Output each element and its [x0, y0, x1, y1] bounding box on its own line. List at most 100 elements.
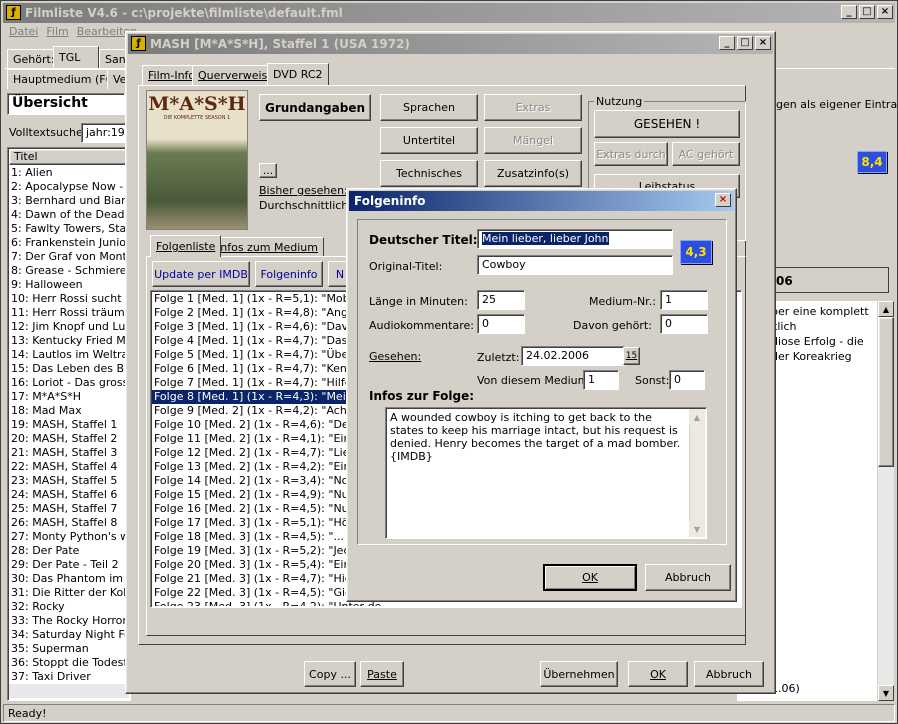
film-maximize-button[interactable]: □ — [737, 36, 753, 50]
film-list-item[interactable]: 19: MASH, Staffel 1 — [9, 418, 129, 432]
medium-nr-input[interactable]: 1 — [660, 290, 708, 310]
grundangaben-button[interactable]: Grundangaben — [259, 94, 371, 121]
main-titlebar[interactable]: ƒ Filmliste V4.6 - c:\projekte\filmliste… — [3, 3, 895, 23]
audio-value: 0 — [482, 317, 489, 330]
film-list-header[interactable]: Titel — [9, 149, 129, 165]
audio-input[interactable]: 0 — [477, 314, 525, 334]
film-list-item[interactable]: 8: Grease - Schmiere — [9, 264, 129, 278]
minimize-button[interactable]: _ — [841, 5, 857, 19]
calendar-button[interactable]: 15 — [623, 347, 640, 365]
film-list-item[interactable]: 32: Rocky — [9, 600, 129, 614]
film-list-item[interactable]: 4: Dawn of the Dead / Z — [9, 208, 129, 222]
von-medium-value: 1 — [588, 373, 595, 386]
update-imdb-button[interactable]: Update per IMDB — [152, 261, 250, 287]
copy-button[interactable]: Copy ... — [304, 661, 356, 687]
film-list-item[interactable]: 33: The Rocky Horror P — [9, 614, 129, 628]
film-minimize-button[interactable]: _ — [719, 36, 735, 50]
von-medium-input[interactable]: 1 — [583, 370, 619, 390]
dialog-ok-label: OK — [582, 571, 598, 584]
menu-film[interactable]: Film — [46, 25, 68, 43]
film-list-item[interactable]: 15: Das Leben des Brian — [9, 362, 129, 376]
film-list-item[interactable]: 5: Fawlty Towers, Staffe — [9, 222, 129, 236]
davon-input[interactable]: 0 — [660, 314, 708, 334]
sonst-value: 0 — [674, 373, 681, 386]
film-list-item[interactable]: 22: MASH, Staffel 4 — [9, 460, 129, 474]
ac-gehoert-button[interactable]: AC gehört — [672, 142, 740, 166]
gesehen-button[interactable]: GESEHEN ! — [594, 110, 740, 138]
zuletzt-input[interactable]: 24.02.2006 — [521, 346, 625, 366]
film-list-item[interactable]: 10: Herr Rossi sucht das — [9, 292, 129, 306]
film-list-item[interactable]: 9: Halloween — [9, 278, 129, 292]
film-abbruch-button[interactable]: Abbruch — [694, 661, 764, 687]
film-list-item[interactable]: 20: MASH, Staffel 2 — [9, 432, 129, 446]
film-list-item[interactable]: 28: Der Pate — [9, 544, 129, 558]
infos-textarea[interactable]: A wounded cowboy is itching to get back … — [385, 407, 707, 539]
sonst-input[interactable]: 0 — [669, 370, 705, 390]
film-list-item[interactable]: 34: Saturday Night Feve — [9, 628, 129, 642]
film-titlebar[interactable]: ƒ MASH [M*A*S*H], Staffel 1 (USA 1972) _… — [128, 34, 773, 54]
folgeninfo-button[interactable]: Folgeninfo — [255, 261, 323, 287]
scroll-down-arrow[interactable]: ▼ — [878, 685, 894, 701]
film-list-item[interactable]: 26: MASH, Staffel 8 — [9, 516, 129, 530]
film-list-item[interactable]: 13: Kentucky Fried Mov — [9, 334, 129, 348]
film-list-item[interactable]: 7: Der Graf von Monte C — [9, 250, 129, 264]
film-list-item[interactable]: 31: Die Ritter der Kokos — [9, 586, 129, 600]
film-list-item[interactable]: 37: Taxi Driver — [9, 670, 129, 684]
film-list-item[interactable]: 12: Jim Knopf und Lukas — [9, 320, 129, 334]
film-list-item[interactable]: 27: Monty Python's wun — [9, 530, 129, 544]
film-list-item[interactable]: 25: MASH, Staffel 7 — [9, 502, 129, 516]
film-list-item[interactable]: 36: Stoppt die Todesfah — [9, 656, 129, 670]
dialog-close-button[interactable]: × — [715, 193, 731, 207]
film-list-item[interactable]: 2: Apocalypse Now - Re — [9, 180, 129, 194]
film-list-item[interactable]: 3: Bernhard und Bianca — [9, 194, 129, 208]
film-list-item[interactable]: 18: Mad Max — [9, 404, 129, 418]
technisches-button[interactable]: Technisches — [380, 160, 478, 187]
film-list-item[interactable]: 21: MASH, Staffel 3 — [9, 446, 129, 460]
maengel-button[interactable]: Mängel — [484, 127, 582, 154]
dialog-abbruch-button[interactable]: Abbruch — [645, 564, 731, 591]
deutscher-titel-input[interactable]: Mein lieber, lieber John — [477, 229, 673, 249]
laenge-input[interactable]: 25 — [477, 290, 525, 310]
zusatzinfo-button[interactable]: Zusatzinfo(s) — [484, 160, 582, 187]
extras-button[interactable]: Extras — [484, 94, 582, 121]
uebernehmen-button[interactable]: Übernehmen — [540, 661, 618, 687]
film-list-item[interactable]: 14: Lautlos im Weltraum — [9, 348, 129, 362]
film-list-item[interactable]: 1: Alien — [9, 166, 129, 180]
infos-scrollbar[interactable] — [689, 409, 705, 537]
search-input[interactable]: jahr:197 — [81, 123, 131, 143]
film-list-item[interactable]: 29: Der Pate - Teil 2 — [9, 558, 129, 572]
tab-tgl[interactable]: TGL — [53, 46, 99, 68]
untertitel-button[interactable]: Untertitel — [380, 127, 478, 154]
tab-dvd-rc2[interactable]: DVD RC2 — [267, 63, 329, 85]
scroll-thumb[interactable] — [878, 317, 894, 467]
menu-datei[interactable]: Datei — [5, 25, 38, 43]
extras-durch-label: Extras durch — [596, 147, 666, 161]
film-list-item[interactable]: 23: MASH, Staffel 5 — [9, 474, 129, 488]
sprachen-button[interactable]: Sprachen — [380, 94, 478, 121]
film-list-hscroll[interactable] — [9, 684, 129, 698]
tab-infos-medium[interactable]: Infos zum Medium — [211, 237, 324, 257]
dots-button[interactable]: ... — [259, 163, 277, 178]
film-ok-button[interactable]: OK — [628, 661, 688, 687]
tab-folgenliste[interactable]: Folgenliste — [150, 235, 222, 257]
main-title: Filmliste V4.6 - c:\projekte\filmliste\d… — [25, 6, 343, 20]
film-list-item[interactable]: 6: Frankenstein Junior — [9, 236, 129, 250]
infos-scroll-down[interactable]: ▼ — [689, 521, 705, 537]
maximize-button[interactable]: □ — [859, 5, 875, 19]
dialog-titlebar[interactable]: Folgeninfo × — [349, 191, 734, 211]
infos-scroll-up[interactable]: ▲ — [689, 409, 705, 425]
film-list-item[interactable]: 30: Das Phantom im Par — [9, 572, 129, 586]
extras-durch-button[interactable]: Extras durch — [594, 142, 668, 166]
scroll-up-arrow[interactable]: ▲ — [878, 301, 894, 317]
film-list-item[interactable]: 24: MASH, Staffel 6 — [9, 488, 129, 502]
original-titel-input[interactable]: Cowboy — [477, 255, 673, 275]
film-list-item[interactable]: 11: Herr Rossi träumt — [9, 306, 129, 320]
close-button[interactable]: × — [877, 5, 893, 19]
film-list-item[interactable]: 35: Superman — [9, 642, 129, 656]
film-list-item[interactable]: 17: M*A*S*H — [9, 390, 129, 404]
paste-button[interactable]: Paste — [360, 661, 404, 687]
dialog-ok-button[interactable]: OK — [543, 564, 637, 591]
film-list-item[interactable]: 16: Loriot - Das grosse S — [9, 376, 129, 390]
bisher-gesehen-label: Bisher gesehen: — [259, 184, 348, 197]
film-close-button[interactable]: × — [755, 36, 771, 50]
